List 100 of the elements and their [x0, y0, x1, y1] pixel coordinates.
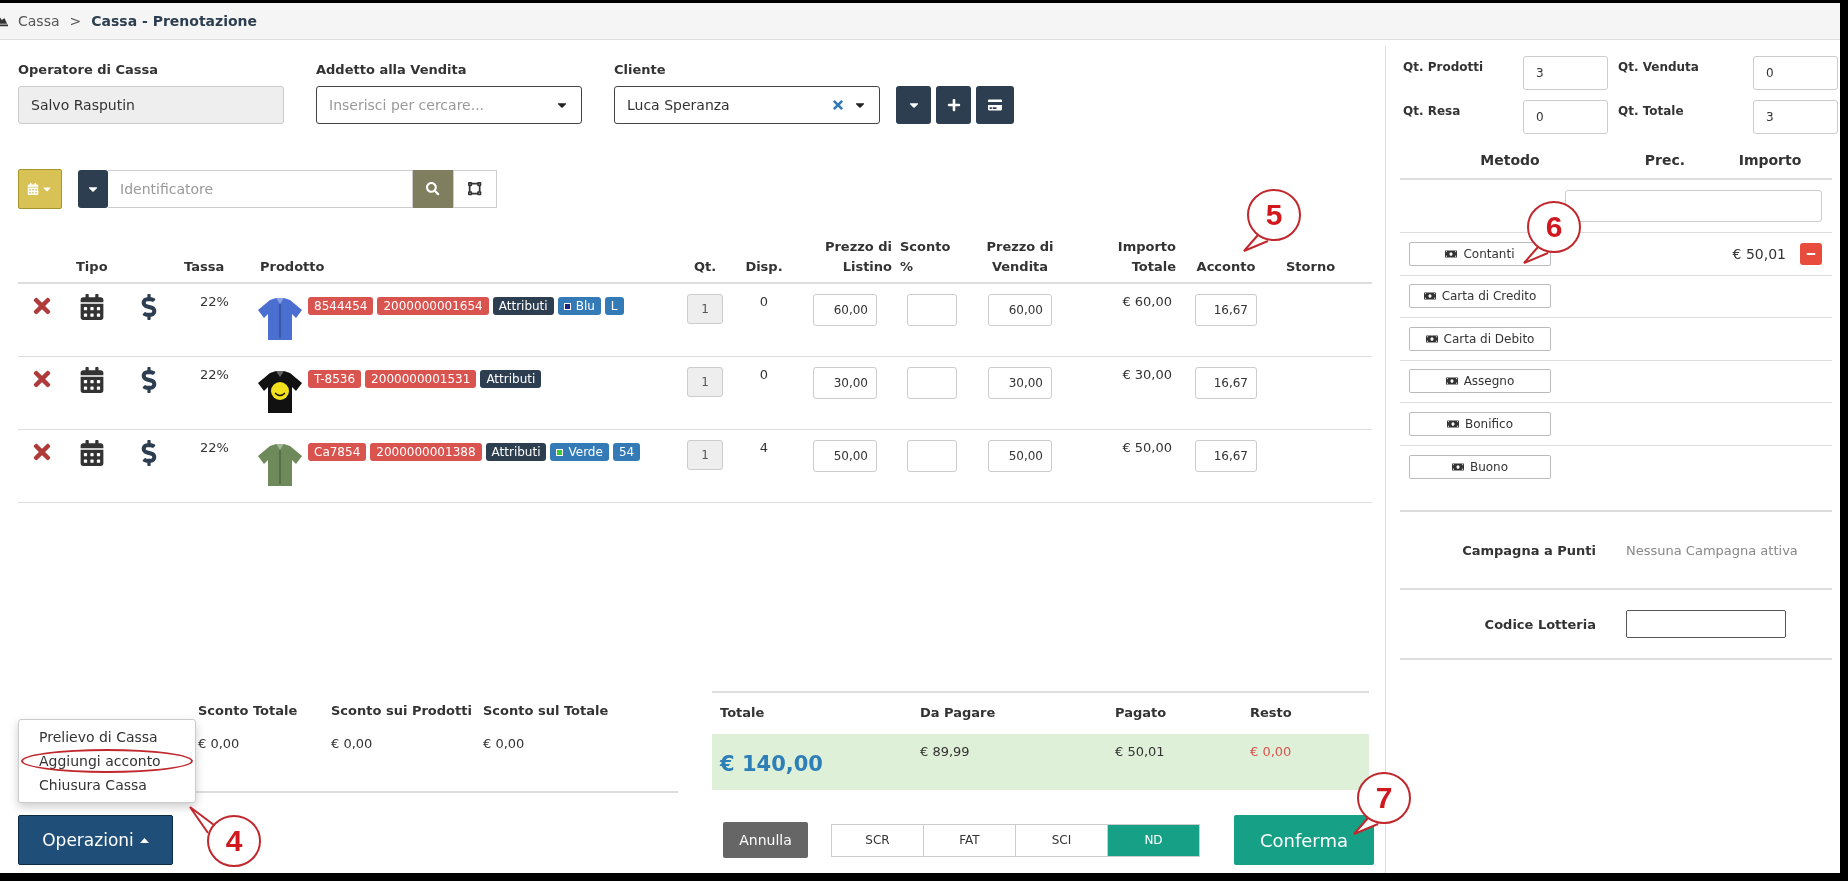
banknote-icon [1451, 460, 1464, 473]
calendar-icon[interactable] [79, 294, 105, 320]
cancel-button[interactable]: Annulla [723, 822, 808, 858]
deposit-field[interactable]: 16,67 [1195, 367, 1257, 399]
search-button[interactable] [413, 170, 453, 208]
frame-icon [468, 182, 482, 196]
quantity-field: 1 [687, 294, 723, 324]
lottery-label: Codice Lotteria [1483, 616, 1596, 632]
attributes-tag[interactable]: Attributi [485, 443, 547, 461]
discount-field[interactable] [907, 294, 957, 326]
card-icon [988, 98, 1002, 112]
quantity-field[interactable]: 3 [1523, 56, 1608, 90]
product-tag: Ca7854 [308, 443, 367, 461]
add-client-button[interactable] [936, 86, 971, 124]
column-header: Acconto [1195, 257, 1257, 276]
discount-label: Sconto Totale [198, 703, 299, 718]
quantity-field[interactable]: 0 [1523, 100, 1608, 134]
payment-method-button[interactable]: Carta di Credito [1409, 284, 1551, 309]
calendar-icon[interactable] [79, 440, 105, 466]
sale-price-field[interactable]: 50,00 [988, 440, 1052, 472]
discount-value: € 0,00 [198, 736, 241, 751]
calendar-icon [27, 183, 39, 195]
discount-value: € 0,00 [331, 736, 374, 751]
quantity-label: Qt. Resa [1403, 103, 1462, 120]
list-price-field[interactable]: 50,00 [813, 440, 877, 472]
client-select[interactable]: Luca Speranza [614, 86, 880, 124]
caret-icon [139, 837, 149, 843]
banknote-icon [1447, 417, 1459, 430]
campaign-label: Campagna a Punti [1461, 542, 1596, 558]
tax-cell-text: 22% [199, 294, 230, 309]
total-cell-text: € 30,00 [1121, 367, 1173, 382]
available-cell-text: 4 [758, 440, 770, 455]
lottery-field[interactable] [1626, 610, 1786, 638]
product-tag: 2000000001531 [365, 370, 477, 388]
attributes-tag[interactable]: Attributi [480, 370, 542, 388]
banknote-icon [1445, 247, 1458, 260]
field-label: Addetto alla Vendita [316, 62, 468, 77]
payment-method-button[interactable]: Assegno [1409, 369, 1551, 394]
quantity-label: Qt. Venduta [1618, 59, 1700, 76]
product-tag: Blu [557, 297, 601, 315]
menu-item[interactable]: Prelievo di Cassa [19, 725, 195, 749]
search-field[interactable]: Identificatore [108, 170, 413, 208]
sale-price-field[interactable]: 30,00 [988, 367, 1052, 399]
calendar-button[interactable] [18, 169, 62, 209]
product-tag: 2000000001654 [377, 297, 489, 315]
amount-field[interactable] [1565, 190, 1822, 222]
product-tag: L [604, 297, 624, 315]
quantity-field[interactable]: 0 [1753, 56, 1838, 90]
column-header: Sconto % [899, 238, 952, 276]
payment-method-button[interactable]: Contanti [1409, 241, 1551, 266]
document-type-button[interactable]: SCR [831, 823, 924, 857]
deposit-field[interactable]: 16,67 [1195, 440, 1257, 472]
payment-method-button[interactable]: Buono [1409, 454, 1551, 479]
column-header: Prec. [1643, 152, 1687, 168]
calendar-icon[interactable] [79, 367, 105, 393]
payment-method-button[interactable]: Carta di Debito [1409, 326, 1551, 351]
breadcrumb-link[interactable]: Cassa [18, 13, 60, 29]
remove-button[interactable] [1800, 242, 1822, 265]
field-label: Cliente [614, 62, 667, 77]
total-value: € 0,00 [1250, 744, 1293, 759]
campaign-value: Nessuna Campagna attiva [1626, 542, 1798, 558]
quantity-field: 1 [687, 440, 723, 470]
discount-field[interactable] [907, 440, 957, 472]
client-menu-button[interactable] [896, 86, 931, 124]
deposit-field[interactable]: 16,67 [1195, 294, 1257, 326]
document-type-button[interactable]: FAT [923, 823, 1016, 857]
operations-button[interactable]: Operazioni [18, 815, 173, 865]
card-button[interactable] [976, 86, 1014, 124]
attributes-tag[interactable]: Attributi [492, 297, 554, 315]
banknote-icon [1423, 290, 1436, 303]
discount-field[interactable] [907, 367, 957, 399]
total-label: Totale [720, 705, 766, 720]
column-header: Tassa [183, 257, 226, 276]
search-type-button[interactable] [78, 170, 108, 208]
total-value: € 140,00 [720, 752, 824, 776]
menu-item[interactable]: Chiusura Cassa [19, 773, 195, 797]
banknote-icon [1445, 375, 1458, 388]
product-tag: T-8536 [308, 370, 362, 388]
menu-item[interactable]: Aggiungi acconto [21, 749, 193, 773]
column-header: Qt. [692, 257, 718, 276]
list-price-field[interactable]: 30,00 [813, 367, 877, 399]
product-tag: 2000000001388 [370, 443, 482, 461]
total-cell-text: € 50,00 [1121, 440, 1173, 455]
payment-method-button[interactable]: Bonifico [1409, 411, 1551, 436]
quantity-field[interactable]: 3 [1753, 100, 1838, 134]
available-cell-text: 0 [758, 294, 770, 309]
quantity-label: Qt. Prodotti [1403, 59, 1485, 76]
column-header: Prezzo di Vendita [985, 238, 1055, 276]
sale-price-field[interactable]: 60,00 [988, 294, 1052, 326]
list-price-field[interactable]: 60,00 [813, 294, 877, 326]
operator-field: Salvo Rasputin [18, 86, 284, 124]
scan-button[interactable] [453, 170, 497, 208]
discount-value: € 0,00 [483, 736, 526, 751]
breadcrumb-separator: > [69, 13, 82, 29]
clear-icon [831, 98, 845, 112]
document-type-button[interactable]: SCI [1015, 823, 1108, 857]
discount-label: Sconto sul Totale [483, 703, 610, 718]
available-cell-text: 0 [758, 367, 770, 382]
page-title: Cassa - Prenotazione [91, 13, 258, 29]
total-cell-text: € 60,00 [1121, 294, 1173, 309]
